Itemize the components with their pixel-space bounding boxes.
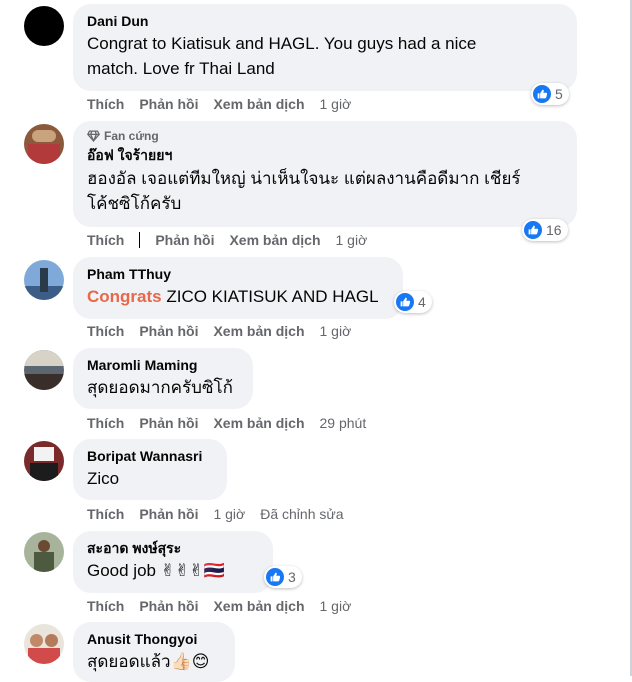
- like-button[interactable]: Thích: [87, 231, 124, 249]
- like-count: 3: [288, 569, 296, 585]
- comment-bubble: Dani Dun Congrat to Kiatisuk and HAGL. Y…: [73, 4, 577, 91]
- comment-text: ฮองอัล เจอแต่ทีมใหญ่ น่าเห็นใจนะ แต่ผลงา…: [87, 166, 563, 216]
- avatar[interactable]: [24, 260, 64, 300]
- translate-button[interactable]: Xem bản dịch: [213, 95, 304, 113]
- commenter-name[interactable]: Dani Dun: [87, 12, 563, 30]
- comment-text-line: match. Love fr Thai Land: [87, 59, 275, 78]
- translate-button[interactable]: Xem bản dịch: [213, 322, 304, 340]
- comment-text: Congrat to Kiatisuk and HAGL. You guys h…: [87, 31, 563, 81]
- avatar[interactable]: [24, 532, 64, 572]
- comment-actions: Thích Phản hồi Xem bản dịch 1 giờ: [87, 231, 382, 249]
- comment-text-line: ฮองอัล เจอแต่ทีมใหญ่ น่าเห็นใจนะ แต่ผลงา…: [87, 169, 521, 188]
- commenter-name[interactable]: อ๊อฟ ใจร้ายยฯ: [87, 146, 563, 164]
- like-count: 5: [555, 86, 563, 102]
- reply-button[interactable]: Phản hồi: [139, 597, 198, 615]
- text-cursor: [139, 232, 141, 248]
- timestamp[interactable]: 1 giờ: [336, 231, 368, 249]
- commenter-name[interactable]: Maromli Maming: [87, 356, 239, 374]
- avatar[interactable]: [24, 6, 64, 46]
- top-fan-badge[interactable]: Fan cứng: [87, 128, 563, 144]
- like-button[interactable]: Thích: [87, 95, 124, 113]
- comment-text: Congrats ZICO KIATISUK AND HAGL: [87, 284, 389, 309]
- commenter-name[interactable]: Boripat Wannasri: [87, 447, 213, 465]
- translate-button[interactable]: Xem bản dịch: [213, 597, 304, 615]
- avatar[interactable]: [24, 624, 64, 664]
- like-button[interactable]: Thích: [87, 414, 124, 432]
- comment-text-line: Congrat to Kiatisuk and HAGL. You guys h…: [87, 34, 477, 53]
- comment-bubble: สะอาด พงษ์สุระ Good job ✌✌✌🇹🇭: [73, 531, 273, 593]
- comment-actions: Thích Phản hồi 1 giờ Đã chỉnh sửa: [87, 505, 359, 523]
- timestamp[interactable]: 29 phút: [320, 414, 367, 432]
- comment-bubble: Boripat Wannasri Zico: [73, 439, 227, 500]
- timestamp[interactable]: 1 giờ: [213, 505, 245, 523]
- avatar[interactable]: [24, 441, 64, 481]
- commenter-name[interactable]: สะอาด พงษ์สุระ: [87, 539, 259, 557]
- comment-text-line: โค้ชซิโก้ครับ: [87, 194, 182, 213]
- comment-text: สุดยอดแล้ว👍🏻😊: [87, 652, 210, 671]
- timestamp[interactable]: 1 giờ: [320, 322, 352, 340]
- comment-text: สุดยอดมากครับซิโก้: [87, 378, 233, 397]
- comment-bubble: Anusit Thongyoi สุดยอดแล้ว👍🏻😊: [73, 622, 235, 682]
- badge-label: Fan cứng: [104, 129, 159, 143]
- thumbs-up-icon: [266, 568, 284, 586]
- diamond-icon: [87, 130, 100, 143]
- like-button[interactable]: Thích: [87, 322, 124, 340]
- reply-button[interactable]: Phản hồi: [155, 231, 214, 249]
- thumbs-up-icon: [396, 293, 414, 311]
- thumbs-up-icon: [524, 221, 542, 239]
- comment-text-rest: ZICO KIATISUK AND HAGL: [161, 287, 379, 306]
- comment-actions: Thích Phản hồi Xem bản dịch 1 giờ: [87, 322, 366, 340]
- reaction-count[interactable]: 4: [394, 291, 432, 313]
- comment-actions: Thích Phản hồi Xem bản dịch 29 phút: [87, 414, 381, 432]
- avatar[interactable]: [24, 350, 64, 390]
- edited-label: Đã chỉnh sửa: [260, 506, 344, 522]
- reaction-count[interactable]: 16: [522, 219, 568, 241]
- comment-bubble: Maromli Maming สุดยอดมากครับซิโก้: [73, 348, 253, 409]
- comment-bubble: Fan cứng อ๊อฟ ใจร้ายยฯ ฮองอัล เจอแต่ทีมใ…: [73, 121, 577, 227]
- like-button[interactable]: Thích: [87, 505, 124, 523]
- commenter-name[interactable]: Anusit Thongyoi: [87, 630, 221, 648]
- avatar[interactable]: [24, 124, 64, 164]
- thumbs-up-icon: [533, 85, 551, 103]
- like-count: 4: [418, 294, 426, 310]
- reaction-count[interactable]: 5: [531, 83, 569, 105]
- reply-button[interactable]: Phản hồi: [139, 95, 198, 113]
- reply-button[interactable]: Phản hồi: [139, 322, 198, 340]
- highlighted-word: Congrats: [87, 287, 162, 306]
- comment-actions: Thích Phản hồi Xem bản dịch 1 giờ: [87, 597, 366, 615]
- timestamp[interactable]: 1 giờ: [320, 597, 352, 615]
- like-button[interactable]: Thích: [87, 597, 124, 615]
- comment-bubble: Pham TThuy Congrats ZICO KIATISUK AND HA…: [73, 257, 403, 319]
- reaction-count[interactable]: 3: [264, 566, 302, 588]
- comment-text: Zico: [87, 469, 120, 488]
- comment-actions: Thích Phản hồi Xem bản dịch 1 giờ: [87, 95, 366, 113]
- comment-text: Good job ✌✌✌🇹🇭: [87, 561, 225, 580]
- reply-button[interactable]: Phản hồi: [139, 505, 198, 523]
- translate-button[interactable]: Xem bản dịch: [229, 231, 320, 249]
- timestamp[interactable]: 1 giờ: [320, 95, 352, 113]
- commenter-name[interactable]: Pham TThuy: [87, 265, 389, 283]
- like-count: 16: [546, 222, 562, 238]
- translate-button[interactable]: Xem bản dịch: [213, 414, 304, 432]
- reply-button[interactable]: Phản hồi: [139, 414, 198, 432]
